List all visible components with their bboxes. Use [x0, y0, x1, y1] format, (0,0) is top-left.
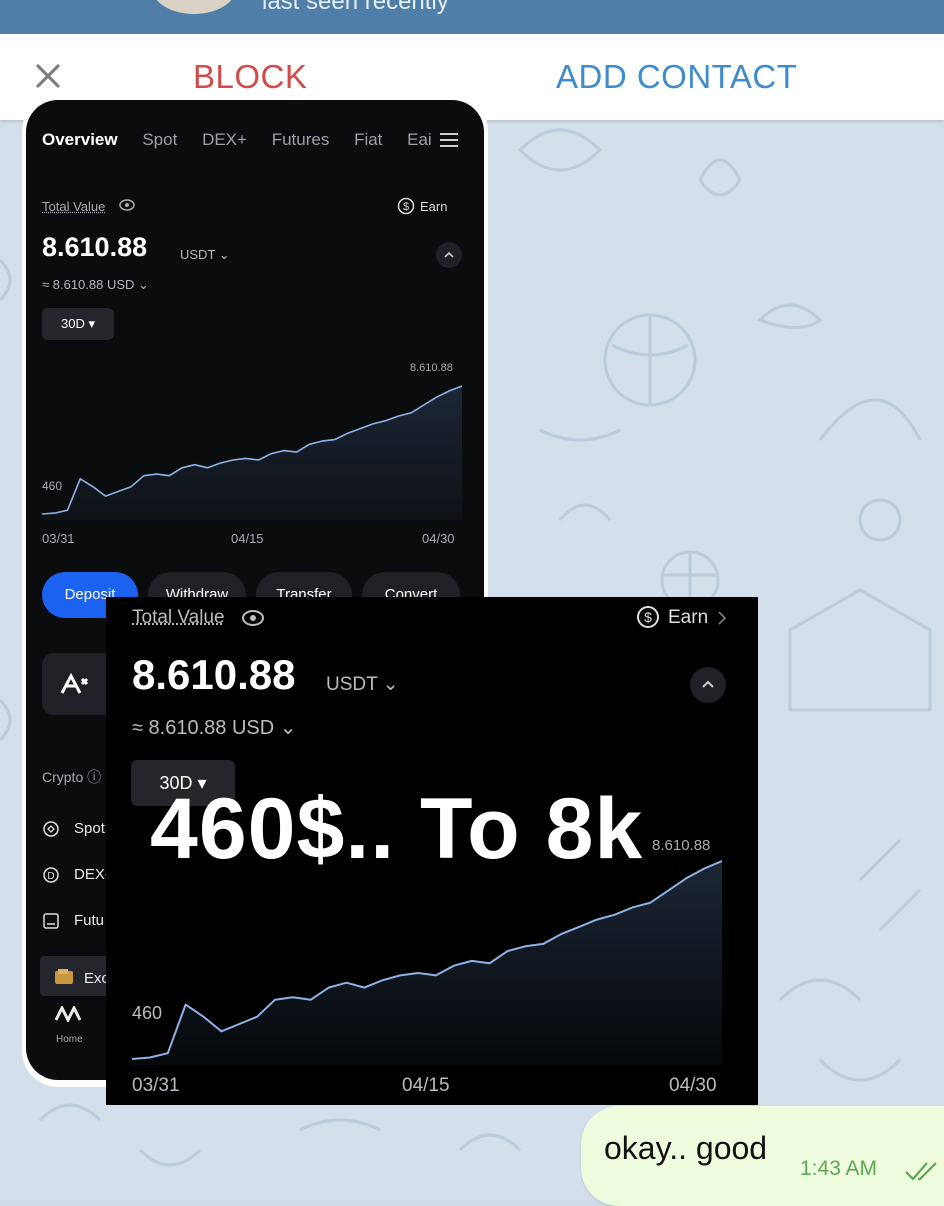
chevron-up-icon: [690, 667, 726, 703]
total-value-label: Total Value: [42, 199, 105, 214]
x-label-start: 03/31: [42, 531, 75, 546]
earn-icon: $: [636, 605, 660, 629]
portfolio-chart: [42, 380, 462, 520]
collapse-button: [436, 242, 462, 268]
x-label-mid: 04/15: [231, 531, 264, 546]
x-label-end: 04/30: [422, 531, 455, 546]
earn-link: Earn: [668, 607, 708, 629]
eye-icon: [241, 608, 265, 628]
chevron-up-icon: [436, 242, 462, 268]
message-text: okay.. good: [604, 1130, 767, 1167]
chat-header[interactable]: last seen recently: [0, 0, 944, 34]
currency-select: USDT ⌄: [180, 247, 230, 263]
chart-max-label: 8.610.88: [410, 362, 453, 374]
read-receipt-icon: [904, 1158, 944, 1184]
last-seen-status: last seen recently: [262, 0, 449, 16]
chevron-right-icon: [716, 610, 728, 626]
tab-earn: Eai: [407, 130, 432, 149]
chart-max-label: 8.610.88: [652, 837, 710, 854]
logo-icon: [60, 673, 94, 695]
menu-icon: [440, 133, 458, 147]
total-value: 8.610.88: [132, 651, 296, 699]
dex-icon: D: [42, 866, 60, 884]
portfolio-chart: [132, 855, 722, 1065]
message-time: 1:43 AM: [800, 1157, 877, 1181]
home-icon: [54, 1006, 82, 1022]
avatar[interactable]: [152, 0, 236, 14]
home-tab-label: Home: [56, 1034, 83, 1045]
range-select: 30D ▾: [42, 308, 114, 340]
earn-icon: $: [397, 197, 415, 215]
tab-bar: Overview Spot DEX+ Futures Fiat Eai: [42, 130, 452, 150]
currency-select: USDT ⌄: [326, 673, 399, 696]
earn-link: Earn: [420, 199, 447, 214]
overlay-caption: 460$.. To 8k: [150, 780, 643, 879]
add-contact-button[interactable]: ADD CONTACT: [556, 58, 797, 96]
tab-futures: Futures: [272, 130, 330, 149]
crypto-section-label: Crypto ⓘ: [42, 767, 101, 787]
futures-icon: [42, 912, 60, 930]
list-item: Spot: [74, 820, 105, 837]
spot-icon: [42, 820, 60, 838]
tab-spot: Spot: [142, 130, 177, 149]
usd-value: ≈ 8.610.88 USD ⌄: [132, 715, 296, 740]
svg-text:$: $: [403, 201, 409, 213]
block-button[interactable]: BLOCK: [193, 58, 307, 96]
list-item: Futu: [74, 912, 104, 929]
wallet-icon: [54, 968, 74, 986]
x-label-start: 03/31: [132, 1075, 180, 1097]
tab-overview: Overview: [42, 130, 118, 149]
svg-text:D: D: [47, 871, 54, 882]
tab-fiat: Fiat: [354, 130, 382, 149]
eye-icon: [118, 198, 136, 212]
total-value: 8.610.88: [42, 232, 147, 263]
collapse-button: [690, 667, 726, 703]
chart-area-fill: [132, 861, 722, 1065]
close-icon[interactable]: [34, 62, 62, 90]
x-label-mid: 04/15: [402, 1075, 450, 1097]
x-label-end: 04/30: [669, 1075, 717, 1097]
usd-value: ≈ 8.610.88 USD ⌄: [42, 277, 149, 293]
tab-dex: DEX+: [202, 130, 247, 149]
svg-text:$: $: [644, 609, 652, 625]
total-value-label: Total Value: [132, 607, 225, 629]
chart-area-fill: [42, 386, 462, 520]
list-item: DEX-: [74, 866, 110, 883]
